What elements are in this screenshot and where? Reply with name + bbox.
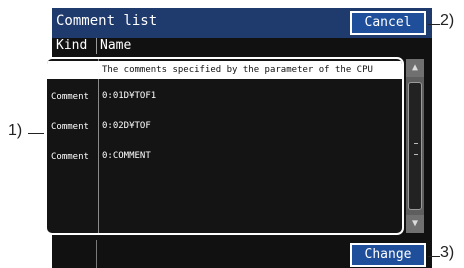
row-name: 0:02D¥TOF	[102, 121, 151, 131]
row-kind: Comment	[51, 92, 89, 102]
list-item[interactable]: Comment 0:01D¥TOF1	[47, 87, 402, 105]
callout-2: 2)	[440, 12, 455, 29]
list-header: Kind Name	[52, 38, 432, 54]
scroll-up-button[interactable]: ▲	[406, 59, 424, 77]
column-name: Name	[100, 38, 132, 53]
window-title: Comment list	[56, 13, 158, 29]
scroll-down-button[interactable]: ▼	[406, 215, 424, 233]
row-name: 0:01D¥TOF1	[102, 91, 157, 101]
callout-3-leader	[428, 256, 440, 257]
callout-1-leader	[28, 133, 44, 134]
triangle-down-icon: ▼	[411, 218, 419, 229]
scroll-thumb[interactable]	[408, 82, 422, 210]
triangle-up-icon: ▲	[411, 62, 419, 73]
callout-1: 1)	[8, 122, 23, 139]
list-item-selected[interactable]: The comments specified by the parameter …	[47, 61, 402, 79]
callout-2-leader	[428, 24, 440, 25]
list-item[interactable]: Comment 0:COMMENT	[47, 147, 402, 165]
row-kind: Comment	[51, 122, 89, 132]
change-button[interactable]: Change	[350, 243, 426, 267]
callout-3: 3)	[440, 244, 455, 261]
list-item[interactable]: Comment 0:02D¥TOF	[47, 117, 402, 135]
bottom-divider	[96, 240, 97, 268]
row-kind: Comment	[51, 152, 89, 162]
comment-list[interactable]: The comments specified by the parameter …	[45, 57, 404, 235]
column-kind: Kind	[56, 38, 88, 53]
row-name: 0:COMMENT	[102, 151, 151, 161]
cancel-button[interactable]: Cancel	[350, 11, 426, 35]
header-divider	[96, 38, 97, 54]
grip-icon	[414, 143, 418, 155]
row-name: The comments specified by the parameter …	[102, 65, 373, 75]
